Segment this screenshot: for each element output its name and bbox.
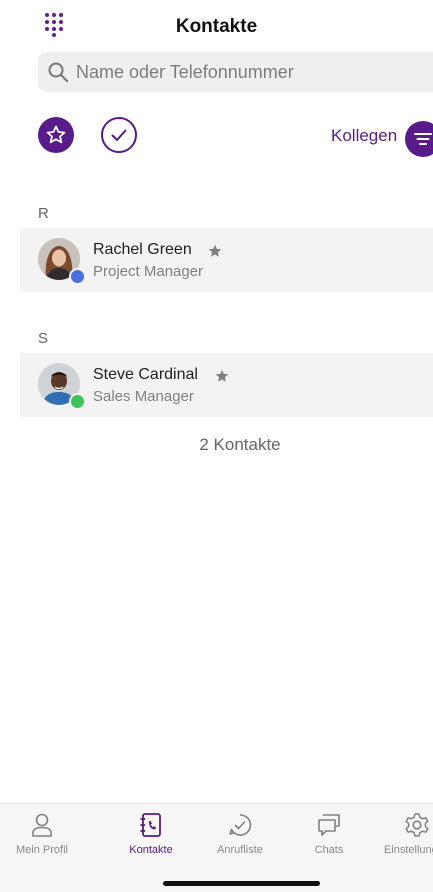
page-title: Kontakte xyxy=(175,16,258,37)
contacts-book-icon xyxy=(140,813,161,837)
contact-count: 2 Kontakte xyxy=(199,435,281,454)
settings-icon xyxy=(405,813,429,837)
contact-row[interactable]: Rachel Green Project Manager xyxy=(20,228,433,292)
tab-einstellungen[interactable]: Einstellungen xyxy=(377,812,433,856)
presence-indicator xyxy=(69,393,86,410)
tab-bar: Mein Profil Kontakte Anrufliste Chats Ei… xyxy=(0,803,433,892)
tab-kontakte[interactable]: Kontakte xyxy=(111,812,191,856)
tab-label: Kontakte xyxy=(129,844,173,856)
search-placeholder: Name oder Telefonnummer xyxy=(76,62,294,82)
tab-label: Einstellungen xyxy=(383,844,433,856)
favorite-star-icon xyxy=(215,369,229,382)
search-icon xyxy=(48,62,69,83)
favorite-star-icon xyxy=(208,244,222,257)
presence-indicator xyxy=(69,268,86,285)
contact-role: Project Manager xyxy=(93,263,204,280)
tab-label: Anrufliste xyxy=(217,844,263,856)
group-filter-label[interactable]: Kollegen xyxy=(331,126,397,146)
contact-name: Rachel Green xyxy=(93,241,192,258)
section-header: R xyxy=(38,205,49,222)
tab-label: Mein Profil xyxy=(16,844,68,856)
call-history-icon xyxy=(229,814,252,836)
star-icon xyxy=(46,125,66,144)
group-filter-button[interactable] xyxy=(405,121,433,157)
contact-role: Sales Manager xyxy=(93,388,194,405)
contact-row[interactable]: Steve Cardinal Sales Manager xyxy=(20,353,433,417)
tab-mein-profil[interactable]: Mein Profil xyxy=(2,812,82,856)
favorites-filter-button[interactable] xyxy=(38,117,74,153)
home-indicator xyxy=(163,881,320,886)
tab-chats[interactable]: Chats xyxy=(289,812,369,856)
chat-bubbles-icon xyxy=(318,814,340,836)
tab-label: Chats xyxy=(314,844,344,856)
person-icon xyxy=(32,813,52,837)
status-filter-button[interactable] xyxy=(101,117,137,153)
filter-icon xyxy=(414,133,432,145)
tab-anrufliste[interactable]: Anrufliste xyxy=(200,812,280,856)
check-circle-icon xyxy=(111,129,127,141)
search-input[interactable]: Name oder Telefonnummer xyxy=(38,52,433,92)
contact-name: Steve Cardinal xyxy=(93,366,198,383)
header: Kontakte xyxy=(0,0,433,50)
section-header: S xyxy=(38,330,49,347)
